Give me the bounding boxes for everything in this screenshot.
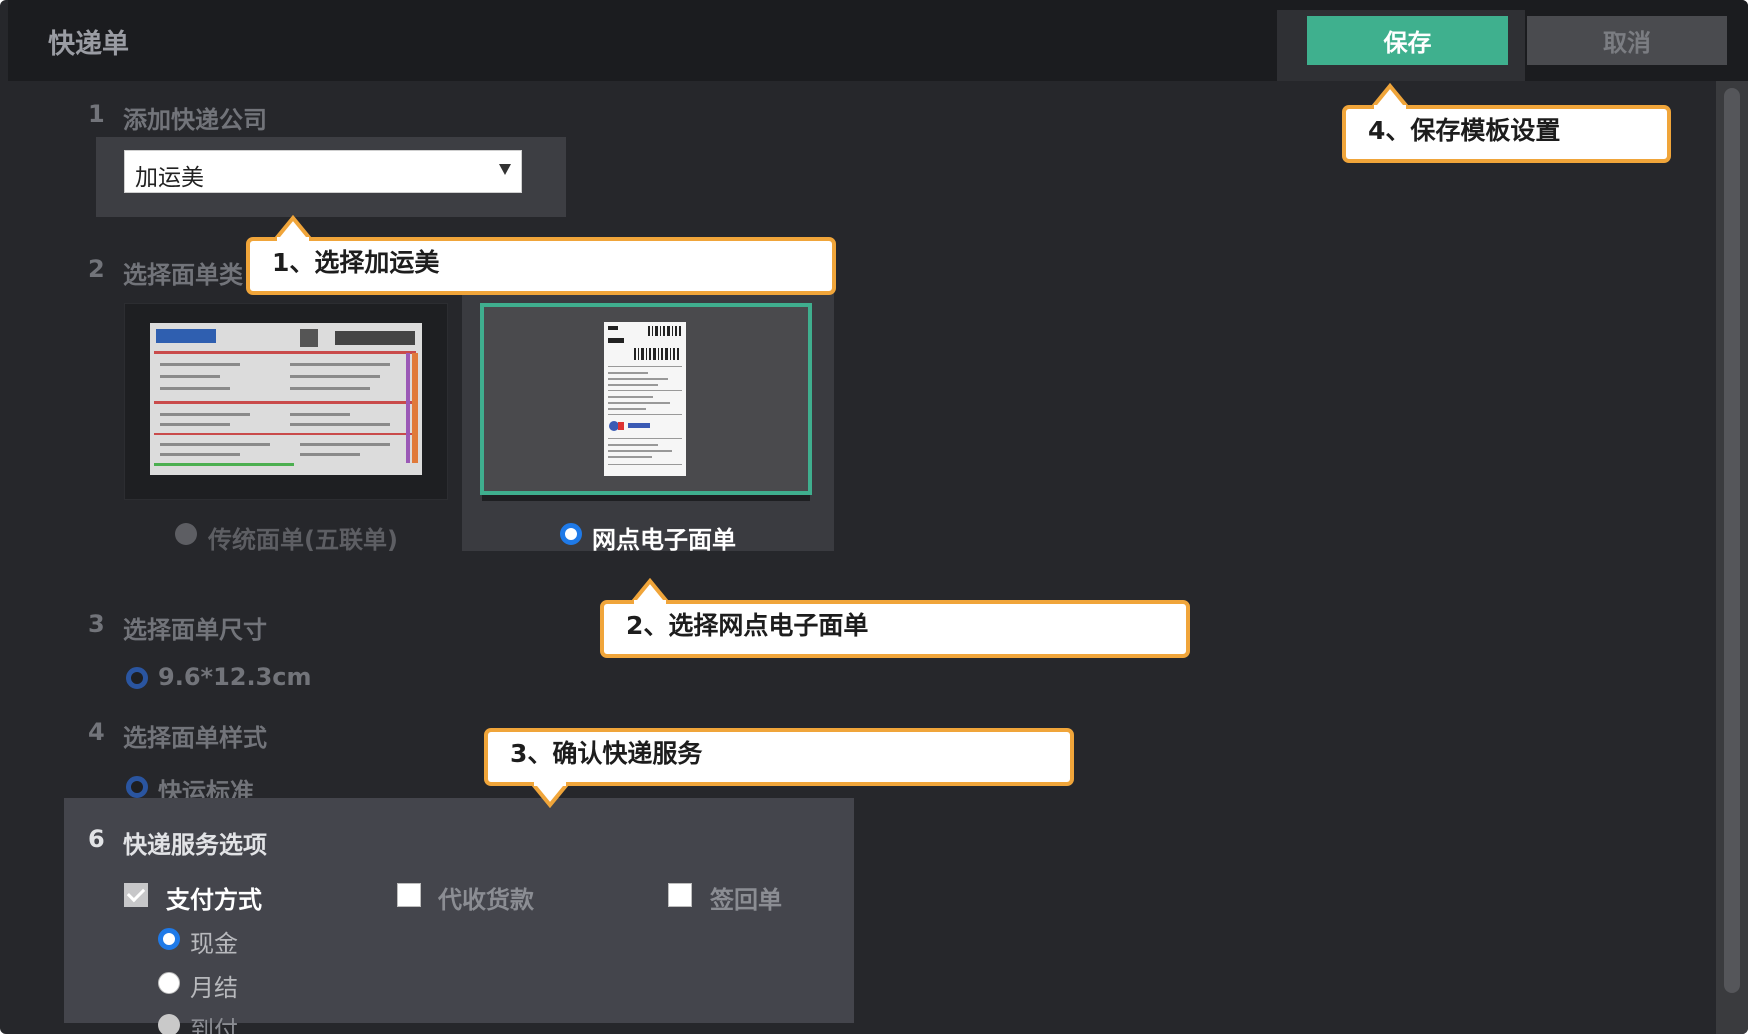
callout-3-pointer <box>530 782 570 808</box>
step-3-number: 3 <box>88 610 105 638</box>
payment-cod-label: 到付 <box>190 1016 238 1034</box>
callout-2-pointer <box>630 578 670 604</box>
courier-company-value: 加运美 <box>135 165 204 191</box>
payment-cash-radio[interactable] <box>158 928 180 950</box>
payment-method-checkbox[interactable] <box>124 883 148 907</box>
scrollbar-thumb[interactable] <box>1724 88 1740 993</box>
callout-4-pointer <box>1370 83 1410 109</box>
traditional-waybill-image <box>150 323 422 475</box>
card-shadow-bar <box>482 495 810 501</box>
window-title: 快递单 <box>48 29 129 60</box>
payment-cash-label: 现金 <box>190 930 238 958</box>
traditional-waybill-label: 传统面单(五联单) <box>208 526 398 554</box>
payment-monthly-label: 月结 <box>190 974 238 1002</box>
callout-1-pointer <box>273 215 313 241</box>
step-2-title: 选择面单类 <box>123 261 243 289</box>
size-radio[interactable] <box>126 667 148 689</box>
payment-cod-radio[interactable] <box>158 1014 180 1034</box>
traditional-waybill-preview <box>150 323 422 475</box>
step-2-number: 2 <box>88 255 105 283</box>
cancel-button[interactable]: 取消 <box>1527 16 1727 65</box>
callout-save-template: 4、保存模板设置 <box>1342 105 1671 163</box>
step-1-number: 1 <box>88 100 105 128</box>
step-4-title: 选择面单样式 <box>123 724 267 752</box>
step-6-title: 快递服务选项 <box>123 831 267 859</box>
e-waybill-image <box>604 322 686 476</box>
callout-select-e-waybill: 2、选择网点电子面单 <box>600 600 1190 658</box>
e-waybill-radio[interactable] <box>560 523 582 545</box>
size-label: 9.6*12.3cm <box>158 663 312 691</box>
cod-label: 代收货款 <box>438 886 534 914</box>
express-template-window: 快递单 保存 取消 1 添加快递公司 加运美 2 选择面单类 传统面单(五联单)… <box>0 0 1748 1034</box>
cod-checkbox[interactable] <box>397 883 421 907</box>
style-radio[interactable] <box>126 776 148 798</box>
payment-method-label: 支付方式 <box>166 886 262 914</box>
return-receipt-checkbox[interactable] <box>668 883 692 907</box>
return-receipt-label: 签回单 <box>710 886 782 914</box>
callout-select-company: 1、选择加运美 <box>246 237 836 295</box>
e-waybill-preview <box>604 322 686 476</box>
traditional-waybill-radio[interactable] <box>175 523 197 545</box>
step-3-title: 选择面单尺寸 <box>123 616 267 644</box>
step-4-number: 4 <box>88 718 105 746</box>
save-button[interactable]: 保存 <box>1307 16 1508 65</box>
callout-confirm-service: 3、确认快递服务 <box>484 728 1074 786</box>
payment-monthly-radio[interactable] <box>158 972 180 994</box>
step-1-title: 添加快递公司 <box>123 106 267 134</box>
step-6-number: 6 <box>88 825 105 853</box>
e-waybill-label: 网点电子面单 <box>592 526 736 554</box>
courier-company-select[interactable]: 加运美 <box>124 150 522 193</box>
dropdown-arrow-icon <box>499 164 511 175</box>
